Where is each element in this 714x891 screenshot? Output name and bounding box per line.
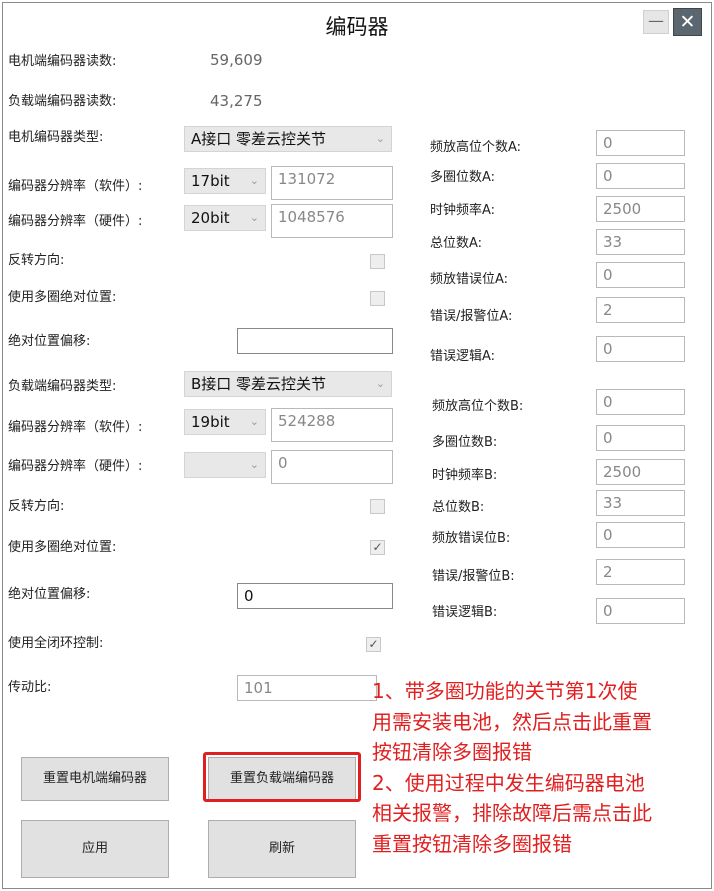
- params_b-field[interactable]: 33: [596, 490, 685, 516]
- motor-res-sw-bits: 17bit: [191, 172, 230, 190]
- params_b-field[interactable]: 0: [596, 598, 685, 624]
- load-type-value: B接口 零差云控关节: [191, 375, 327, 393]
- params_b-field[interactable]: 0: [596, 425, 685, 451]
- load-offset-label: 绝对位置偏移:: [8, 587, 91, 602]
- motor-offset-field[interactable]: [237, 328, 393, 354]
- motor-reverse-checkbox[interactable]: [370, 254, 385, 269]
- load-res-hw-field[interactable]: 0: [271, 450, 393, 484]
- close-button[interactable]: ✕: [673, 8, 702, 36]
- annotation-line: 用需安装电池，然后点击此重置: [372, 709, 652, 734]
- apply-button[interactable]: 应用: [21, 820, 169, 878]
- params_b-label: 错误/报警位B:: [432, 569, 515, 584]
- load-type-label: 负载端编码器类型:: [8, 379, 117, 394]
- reset-motor-encoder-button[interactable]: 重置电机端编码器: [21, 757, 169, 801]
- fullclosed-label: 使用全闭环控制:: [8, 636, 104, 651]
- highlight-box: [203, 752, 361, 802]
- chevron-down-icon: ⌄: [375, 377, 385, 390]
- motor-res-hw-label: 编码器分辨率（硬件）:: [8, 214, 143, 229]
- load-res-hw-bits-select[interactable]: ⌄: [184, 452, 266, 478]
- load-res-sw-field[interactable]: 524288: [271, 408, 393, 442]
- params_a-label: 频放高位个数A:: [430, 140, 522, 155]
- params_b-field[interactable]: 0: [596, 522, 685, 548]
- motor-res-hw-bits-select[interactable]: 20bit ⌄: [184, 205, 266, 231]
- params_a-field[interactable]: 0: [596, 336, 685, 362]
- chevron-down-icon: ⌄: [249, 211, 259, 224]
- annotation-line: 相关报警，排除故障后需点击此: [372, 801, 652, 825]
- motor-res-sw-field[interactable]: 131072: [271, 166, 393, 200]
- params_b-label: 错误逻辑B:: [432, 605, 498, 620]
- params_a-label: 总位数A:: [430, 236, 483, 251]
- annotation-line: 1、带多圈功能的关节第1次使: [372, 679, 638, 703]
- annotation-text: 1、带多圈功能的关节第1次使 用需安装电池，然后点击此重置 按钮清除多圈报错 2…: [372, 676, 652, 859]
- load-res-sw-bits: 19bit: [191, 413, 230, 431]
- checkmark-icon: ✓: [372, 540, 383, 554]
- params_a-field[interactable]: 0: [596, 163, 685, 189]
- ratio-label: 传动比:: [8, 680, 52, 695]
- motor-type-value: A接口 零差云控关节: [191, 130, 327, 148]
- motor-count-value: 59,609: [210, 51, 263, 69]
- params_b-field[interactable]: 2: [596, 559, 685, 585]
- motor-offset-label: 绝对位置偏移:: [8, 334, 91, 349]
- params_b-label: 多圈位数B:: [432, 435, 498, 450]
- annotation-line: 按钮清除多圈报错: [372, 740, 532, 764]
- motor-multiturn-checkbox[interactable]: [370, 291, 385, 306]
- load-count-value: 43,275: [210, 92, 263, 110]
- load-count-label: 负载端编码器读数:: [8, 94, 117, 109]
- title-bar: 编码器 — ✕: [3, 3, 711, 43]
- params_b-label: 频放错误位B:: [432, 531, 511, 546]
- params_a-label: 错误逻辑A:: [430, 349, 496, 364]
- motor-res-hw-field[interactable]: 1048576: [271, 204, 393, 238]
- load-type-select[interactable]: B接口 零差云控关节 ⌄: [184, 371, 392, 397]
- load-res-hw-label: 编码器分辨率（硬件）:: [8, 459, 143, 474]
- params_b-label: 频放高位个数B:: [432, 399, 524, 414]
- params_a-label: 时钟频率A:: [430, 203, 496, 218]
- load-reverse-label: 反转方向:: [8, 499, 65, 514]
- load-reverse-checkbox[interactable]: [370, 499, 385, 514]
- chevron-down-icon: ⌄: [249, 415, 259, 428]
- motor-res-sw-label: 编码器分辨率（软件）:: [8, 179, 143, 194]
- params_b-label: 时钟频率B:: [432, 468, 498, 483]
- load-multiturn-checkbox[interactable]: ✓: [370, 540, 385, 555]
- motor-res-hw-bits: 20bit: [191, 209, 230, 227]
- motor-reverse-label: 反转方向:: [8, 253, 65, 268]
- params_b-field[interactable]: 0: [596, 389, 685, 415]
- checkmark-icon: ✓: [368, 637, 379, 651]
- load-res-sw-bits-select[interactable]: 19bit ⌄: [184, 409, 266, 435]
- annotation-line: 2、使用过程中发生编码器电池: [372, 770, 645, 795]
- motor-multiturn-label: 使用多圈绝对位置:: [8, 290, 117, 305]
- fullclosed-checkbox[interactable]: ✓: [366, 637, 381, 652]
- params_a-field[interactable]: 0: [596, 130, 685, 156]
- params_b-label: 总位数B:: [432, 500, 485, 515]
- load-res-sw-label: 编码器分辨率（软件）:: [8, 420, 143, 435]
- annotation-line: 重置按钮清除多圈报错: [372, 831, 572, 856]
- params_b-field[interactable]: 2500: [596, 459, 685, 485]
- chevron-down-icon: ⌄: [249, 174, 259, 187]
- params_a-label: 错误/报警位A:: [430, 309, 513, 324]
- motor-count-label: 电机端编码器读数:: [8, 54, 117, 69]
- params_a-field[interactable]: 33: [596, 229, 685, 255]
- window-title: 编码器: [325, 15, 389, 39]
- refresh-button[interactable]: 刷新: [208, 820, 356, 878]
- params_a-field[interactable]: 2: [596, 297, 685, 323]
- motor-res-sw-bits-select[interactable]: 17bit ⌄: [184, 168, 266, 194]
- params_a-label: 频放错误位A:: [430, 272, 509, 287]
- params_a-field[interactable]: 2500: [596, 196, 685, 222]
- params_a-label: 多圈位数A:: [430, 170, 496, 185]
- motor-type-select[interactable]: A接口 零差云控关节 ⌄: [184, 126, 392, 152]
- chevron-down-icon: ⌄: [375, 132, 385, 145]
- load-offset-field[interactable]: 0: [237, 583, 393, 609]
- params_a-field[interactable]: 0: [596, 262, 685, 288]
- ratio-field[interactable]: 101: [237, 675, 377, 701]
- motor-type-label: 电机编码器类型:: [8, 130, 104, 145]
- chevron-down-icon: ⌄: [249, 458, 259, 471]
- minimize-button[interactable]: —: [643, 10, 669, 34]
- load-multiturn-label: 使用多圈绝对位置:: [8, 540, 117, 555]
